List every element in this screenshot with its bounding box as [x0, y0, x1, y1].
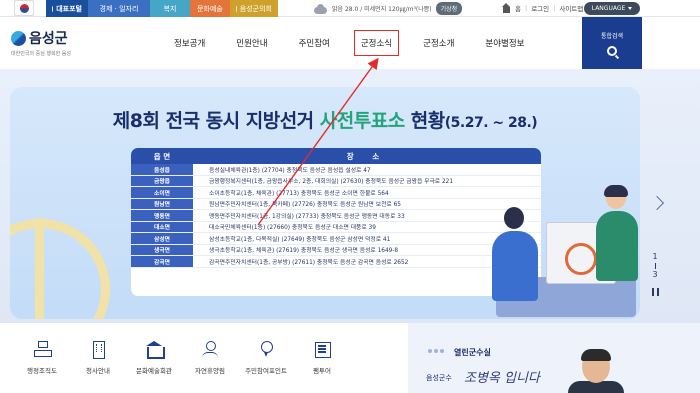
table-row: 삼성면 삼성초등학교(1층, 다목적실) (27649) 충청북도 음성군 삼성면… — [131, 233, 541, 245]
place-cell: 생극초등학교(1층, 체육관) (27619) 충청북도 음성군 생극면 음성로… — [209, 248, 399, 255]
voter-figure — [486, 207, 542, 301]
area-cell: 대소면 — [131, 221, 193, 232]
slider-pause-button[interactable] — [652, 288, 659, 296]
top-bar: 대표포털 경제 · 일자리 복지 문화예술 음성군의회 맑음 28.0 / 미세… — [0, 0, 700, 17]
mayor-section[interactable]: 열린군수실 음성군수 조병옥 입니다 — [408, 323, 700, 393]
site-header: 음성군 대한민국의 중심 행복한 음성 정보공개 민원안내 주민참여 군정소식 … — [0, 17, 700, 69]
logo-title: 음성군 — [29, 31, 68, 47]
table-row: 음성읍 음성실내체육관(1층) (27704) 충청북도 음성군 음성읍 설성로 … — [131, 164, 541, 176]
voter-figure — [594, 185, 640, 297]
table-row: 금왕읍 금왕행정복지센터(1층, 금왕읍사무소, 2층, 대회의실) (27630… — [131, 175, 541, 187]
home-icon[interactable] — [502, 2, 511, 13]
pager-total: 3 — [652, 270, 658, 279]
quick-points[interactable]: 주민참여포인트 — [238, 341, 294, 375]
mayor-section-title: 열린군수실 — [454, 348, 491, 357]
mayor-label: 음성군수 — [426, 374, 452, 382]
area-cell: 소이면 — [131, 187, 193, 198]
banner-title: 제8회 전국 동시 지방선거 사전투표소 현황(5.27. ~ 28.) — [112, 110, 538, 132]
place-cell: 감곡면주민자치센터(1층, 공부방) (27611) 충청북도 음성군 감곡면 … — [209, 259, 409, 266]
place-cell: 맹동면주민자치센터(1층, 1강의실) (27733) 충청북도 음성군 맹동면… — [209, 213, 405, 220]
weather-text: 맑음 28.0 / 미세먼지 120㎍/m³(나쁨) — [332, 6, 432, 13]
quick-fam-tour[interactable]: 팸투어 — [294, 341, 350, 375]
polling-station-table: 읍 면 장 소 음성읍 음성실내체육관(1층) (27704) 충청북도 음성군 … — [131, 148, 541, 296]
integrated-search-button[interactable]: 통합검색 — [582, 17, 642, 69]
slider-next-button[interactable] — [652, 196, 662, 212]
mayor-photo — [568, 349, 624, 393]
pager-current: 1 — [652, 252, 658, 261]
kma-button[interactable]: 기상청 — [435, 2, 463, 15]
quick-menu-section: 행정조직도 청사안내 문화예술회관 자연휴양림 주민참여포인트 팸투어 열린군수… — [0, 323, 700, 393]
vote-check-symbol-icon — [10, 218, 110, 319]
tab-main-portal[interactable]: 대표포털 — [46, 0, 88, 17]
place-cell: 금왕행정복지센터(1층, 금왕읍사무소, 2층, 대회의실) (27630) 충… — [209, 179, 454, 186]
logo-subtitle: 대한민국의 중심 행복한 음성 — [11, 51, 71, 57]
divider: | — [553, 4, 556, 12]
tab-culture[interactable]: 문화예술 — [190, 0, 230, 17]
area-cell: 삼성면 — [131, 233, 193, 244]
nav-county-news[interactable]: 군정소식 — [353, 30, 400, 56]
quick-office-guide[interactable]: 청사안내 — [70, 341, 126, 375]
quick-org-chart[interactable]: 행정조직도 — [14, 341, 70, 375]
location-pin-icon — [258, 341, 274, 357]
tab-council[interactable]: 음성군의회 — [230, 0, 278, 17]
nav-info-disclosure[interactable]: 정보공개 — [174, 37, 205, 49]
table-row: 소이면 소이초등학교(1층, 체육관) (27713) 충청북도 음성군 소이면 … — [131, 187, 541, 199]
main-banner[interactable]: 제8회 전국 동시 지방선거 사전투표소 현황(5.27. ~ 28.) 읍 면… — [10, 87, 640, 319]
quick-menu: 행정조직도 청사안내 문화예술회관 자연휴양림 주민참여포인트 팸투어 — [14, 341, 350, 375]
logo-mark-icon — [11, 30, 26, 46]
utility-links: 홈 | 로그인 | 사이트맵 — [502, 2, 583, 13]
search-icon — [607, 45, 617, 56]
area-cell: 맹동면 — [131, 210, 193, 221]
circle-icon — [236, 5, 237, 12]
table-row: 원남면 원남면주민자치센터(1층, 북카페) (27726) 충청북도 음성군 원… — [131, 198, 541, 210]
table-row: 대소면 대소국민체육센터(1층) (27660) 충청북도 음성군 대소면 대풍로… — [131, 221, 541, 233]
cloud-icon — [312, 3, 328, 15]
nav-civil-service[interactable]: 민원안내 — [236, 37, 267, 49]
board-icon — [314, 341, 331, 358]
quick-forest[interactable]: 자연휴양림 — [182, 341, 238, 375]
sitemap-link[interactable]: 사이트맵 — [559, 3, 583, 13]
dots-icon — [428, 349, 450, 354]
chevron-down-icon — [628, 7, 633, 10]
area-cell: 음성읍 — [131, 164, 193, 175]
circle-icon — [52, 5, 54, 12]
area-cell: 원남면 — [131, 198, 193, 209]
tab-welfare[interactable]: 복지 — [150, 0, 190, 17]
place-cell: 삼성초등학교(1층, 다목적실) (27649) 충청북도 음성군 삼성면 덕정… — [209, 236, 391, 243]
org-chart-icon — [34, 341, 52, 357]
weather-widget: 맑음 28.0 / 미세먼지 120㎍/m³(나쁨) 기상청 — [312, 2, 463, 15]
table-row: 감곡면 감곡면주민자치센터(1층, 공부방) (27611) 충청북도 음성군 감… — [131, 256, 541, 268]
area-cell: 감곡면 — [131, 256, 193, 267]
divider: | — [524, 4, 528, 12]
tab-economy[interactable]: 경제 · 일자리 — [88, 0, 150, 17]
hall-icon — [146, 341, 165, 359]
slider-pager: 1 3 — [650, 252, 660, 280]
home-link[interactable]: 홈 — [515, 3, 521, 13]
quick-arts-center[interactable]: 문화예술회관 — [126, 341, 182, 375]
place-cell: 음성실내체육관(1층) (27704) 충청북도 음성군 음성읍 설성로 47 — [209, 167, 371, 174]
nav-county-intro[interactable]: 군정소개 — [423, 37, 454, 49]
korea-flag-icon — [14, 0, 34, 16]
nav-field-info[interactable]: 분야별정보 — [485, 37, 524, 49]
area-cell: 금왕읍 — [131, 175, 193, 186]
portal-tabs: 대표포털 경제 · 일자리 복지 문화예술 음성군의회 — [46, 0, 278, 17]
table-row: 맹동면 맹동면주민자치센터(1층, 1강의실) (27733) 충청북도 음성군 … — [131, 210, 541, 222]
nav-participation[interactable]: 주민참여 — [299, 37, 330, 49]
main-nav: 정보공개 민원안내 주민참여 군정소식 군정소개 분야별정보 — [160, 17, 542, 69]
building-icon — [90, 341, 106, 359]
table-row: 생극면 생극초등학교(1층, 체육관) (27619) 충청북도 음성군 생극면 … — [131, 244, 541, 256]
voting-illustration — [486, 167, 638, 317]
nature-icon — [202, 341, 218, 357]
place-cell: 소이초등학교(1층, 체육관) (27713) 충청북도 음성군 소이면 한불로… — [209, 190, 389, 197]
login-link[interactable]: 로그인 — [531, 3, 549, 13]
place-cell: 원남면주민자치센터(1층, 북카페) (27726) 충청북도 음성군 원남면 … — [209, 202, 401, 209]
search-label: 통합검색 — [600, 32, 624, 40]
language-button[interactable]: LANGUAGE — [584, 2, 640, 15]
site-logo[interactable]: 음성군 — [11, 28, 68, 48]
place-cell: 대소국민체육센터(1층) (27660) 충청북도 음성군 대소면 대풍로 39 — [209, 225, 376, 232]
mayor-signature: 조병옥 입니다 — [464, 371, 540, 386]
table-header: 읍 면 장 소 — [131, 148, 541, 164]
area-cell: 생극면 — [131, 244, 193, 255]
